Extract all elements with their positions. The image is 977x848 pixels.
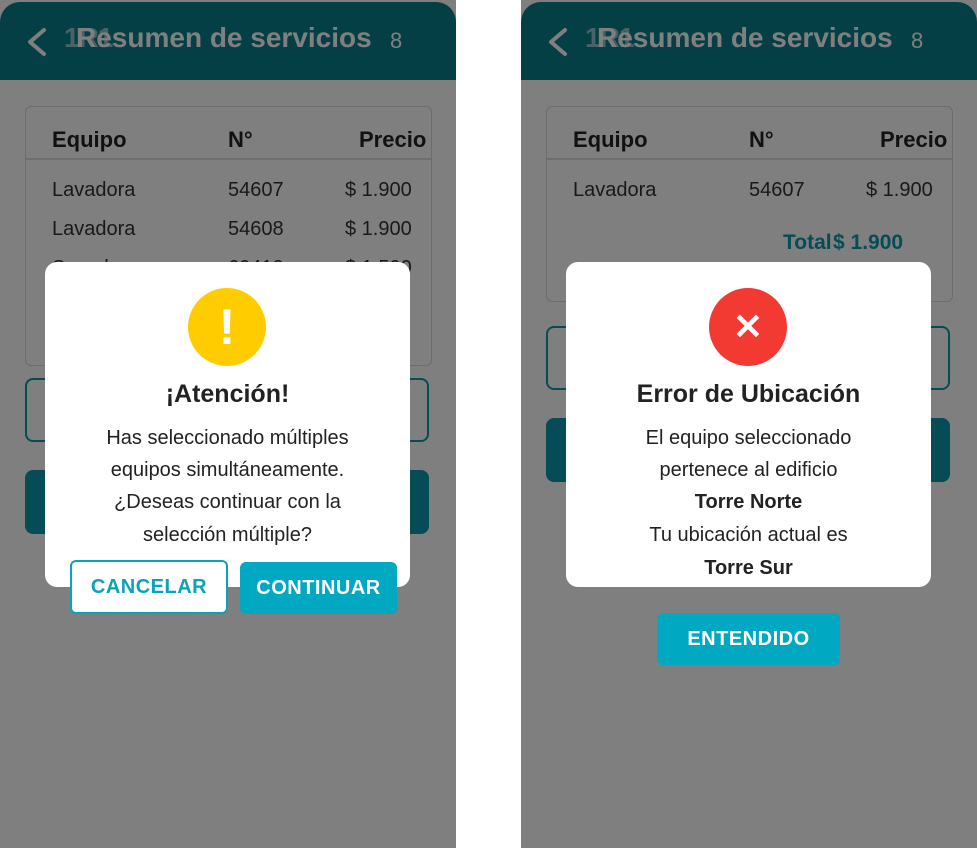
dialog-message-line: ¿Deseas continuar con la <box>114 491 341 513</box>
dialog-title: ¡Atención! <box>165 380 290 408</box>
dialog-message-line: Has seleccionado múltiples <box>106 427 349 449</box>
dialog-message-line: equipos simultáneamente. <box>110 459 345 481</box>
dialog-message-line: selección múltiple? <box>143 524 312 546</box>
dialog-message-line: Tu ubicación actual es <box>649 524 848 546</box>
cancel-button[interactable]: CANCELAR <box>70 560 228 614</box>
screen-multiple-selection: 1R1 Resumen de servicios 8 Equipo N° Pre… <box>0 0 456 848</box>
equipment-building: Torre Norte <box>694 491 803 513</box>
continue-button[interactable]: CONTINUAR <box>240 562 397 614</box>
exclamation-icon: ! <box>188 288 266 366</box>
close-icon: ✕ <box>709 288 787 366</box>
location-error-dialog: ✕ Error de Ubicación El equipo seleccion… <box>566 262 931 587</box>
dialog-title: Error de Ubicación <box>636 380 861 408</box>
screen-location-error: 1R1 Resumen de servicios 8 Equipo N° Pre… <box>521 0 977 848</box>
understood-button[interactable]: ENTENDIDO <box>657 613 840 665</box>
dialog-message-line: pertenece al edificio <box>659 459 838 481</box>
current-location: Torre Sur <box>704 557 793 579</box>
attention-dialog: ! ¡Atención! Has seleccionado múltiples … <box>45 262 410 587</box>
dialog-message-line: El equipo seleccionado <box>645 427 852 449</box>
